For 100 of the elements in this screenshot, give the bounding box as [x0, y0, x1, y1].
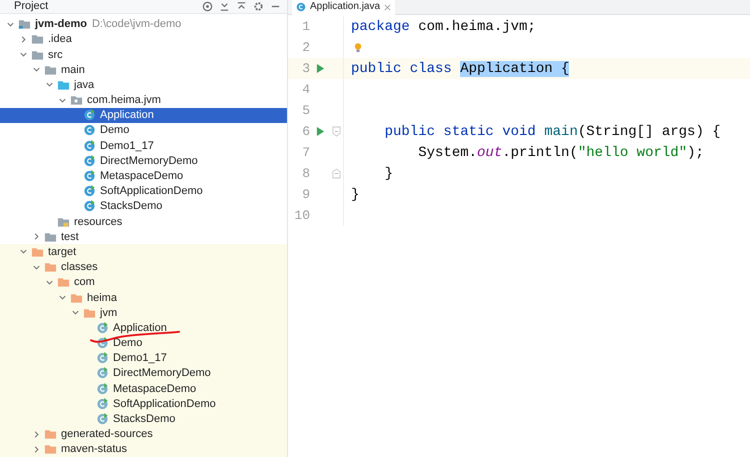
lightbulb-icon[interactable]: [354, 42, 362, 54]
tree-item-label: main: [61, 64, 85, 76]
tree-item[interactable]: Demo: [0, 122, 287, 138]
line-number: 10: [293, 208, 310, 223]
runnable-class-icon: [96, 367, 109, 380]
expand-all-icon[interactable]: [219, 0, 230, 12]
tree-item[interactable]: MetaspaceDemo: [0, 381, 287, 396]
folder-icon: [57, 216, 70, 228]
tree-item[interactable]: src: [0, 46, 287, 62]
runnable-class-icon: [96, 352, 109, 364]
tree-item[interactable]: maven-status: [0, 442, 287, 457]
runnable-class-icon: [83, 154, 96, 167]
chevron-right-icon[interactable]: [19, 34, 28, 44]
class-icon: [83, 124, 96, 136]
tree-item-label: Demo: [113, 337, 142, 350]
folder-icon: [31, 33, 44, 46]
line-number: 3: [301, 61, 310, 76]
chevron-down-icon[interactable]: [58, 293, 67, 302]
run-icon[interactable]: [316, 126, 324, 137]
tree-item-label: resources: [74, 216, 122, 228]
tree-item[interactable]: SoftApplicationDemo: [0, 184, 287, 199]
tree-item-label: jvm: [100, 306, 118, 319]
panel-title[interactable]: Project: [14, 0, 48, 12]
settings-icon[interactable]: [253, 0, 264, 12]
code-line: public static void main(String[] args) {: [384, 124, 721, 140]
runnable-class-icon: [83, 200, 96, 212]
tree-item-label: Application: [113, 322, 167, 334]
tree-item[interactable]: classes: [0, 260, 287, 275]
folder-icon: [70, 94, 83, 106]
runnable-class-icon: [83, 170, 96, 182]
tree-item[interactable]: test: [0, 229, 287, 244]
tree-item[interactable]: main: [0, 62, 287, 78]
tree-item[interactable]: StacksDemo: [0, 198, 287, 214]
tree-item[interactable]: jvm-demo D:\code\jvm-demo: [0, 16, 287, 32]
runnable-class-icon: [83, 140, 96, 152]
tree-item-label: heima: [87, 292, 117, 304]
tree-item-label: generated-sources: [61, 428, 153, 440]
tree-item-label: SoftApplicationDemo: [100, 185, 203, 198]
line-number: 5: [301, 103, 310, 118]
tree-item[interactable]: com: [0, 274, 287, 290]
tree-item-label: target: [48, 246, 76, 258]
tree-item[interactable]: java: [0, 77, 287, 92]
chevron-right-icon[interactable]: [32, 444, 41, 454]
tree-item-label: classes: [61, 261, 98, 274]
chevron-down-icon[interactable]: [19, 50, 28, 60]
tree-item[interactable]: Application: [0, 320, 287, 336]
tree-item[interactable]: target: [0, 244, 287, 260]
tree-item[interactable]: StacksDemo: [0, 411, 287, 427]
editor-tab[interactable]: Application.java: [292, 0, 396, 16]
tree-item[interactable]: Demo1_17: [0, 350, 287, 366]
tree-item-label: java: [74, 78, 94, 91]
path-hint: D:\code\jvm-demo: [92, 18, 182, 30]
tree-item[interactable]: generated-sources: [0, 426, 287, 442]
code-line: package com.heima.jvm;: [351, 18, 536, 34]
tree-item[interactable]: Demo1_17: [0, 138, 287, 154]
chevron-right-icon[interactable]: [32, 430, 41, 439]
line-number: 9: [301, 187, 310, 202]
runnable-class-icon: [96, 398, 109, 410]
tree-item[interactable]: Application: [0, 108, 287, 123]
line-number: 1: [301, 19, 310, 34]
chevron-down-icon[interactable]: [19, 247, 28, 256]
tree-item-label: DirectMemoryDemo: [113, 367, 211, 380]
tree-item[interactable]: .idea: [0, 32, 287, 47]
tree-item-label: StacksDemo: [100, 200, 162, 212]
chevron-down-icon[interactable]: [71, 308, 80, 318]
tree-item-label: DirectMemoryDemo: [100, 154, 198, 167]
tree-item-label: Application: [100, 109, 154, 122]
tree-item[interactable]: MetaspaceDemo: [0, 168, 287, 184]
tree-item-label: MetaspaceDemo: [113, 382, 196, 395]
chevron-down-icon[interactable]: [32, 65, 41, 74]
tree-item[interactable]: SoftApplicationDemo: [0, 396, 287, 412]
folder-icon: [44, 64, 57, 76]
tree-item-label: Demo: [100, 124, 130, 136]
code-line: }: [384, 166, 394, 182]
line-number: 4: [301, 82, 310, 97]
tree-item-label: StacksDemo: [113, 413, 176, 426]
tree-item[interactable]: jvm: [0, 305, 287, 320]
line-number: 7: [301, 145, 310, 160]
tree-item[interactable]: com.heima.jvm: [0, 92, 287, 108]
tree-item[interactable]: heima: [0, 290, 287, 306]
tree-item[interactable]: DirectMemoryDemo: [0, 366, 287, 382]
code-line: public class Application {: [351, 60, 570, 76]
runnable-class-icon: [83, 109, 96, 122]
chevron-down-icon[interactable]: [45, 80, 54, 90]
runnable-class-icon: [96, 322, 109, 334]
runnable-class-icon: [96, 382, 109, 395]
tree-item-label: maven-status: [61, 443, 128, 456]
code-line: System.out.println("hello world");: [417, 144, 704, 160]
line-number: 2: [301, 40, 310, 55]
target-icon[interactable]: [202, 0, 213, 12]
chevron-right-icon[interactable]: [32, 232, 41, 242]
close-icon[interactable]: [384, 4, 392, 10]
folder-icon: [31, 48, 44, 61]
tree-item[interactable]: resources: [0, 214, 287, 230]
run-icon[interactable]: [316, 63, 324, 74]
tree-item-label: jvm-demo: [35, 18, 87, 30]
runnable-class-icon: [96, 337, 109, 350]
folder-icon: [18, 18, 31, 30]
tree-item[interactable]: DirectMemoryDemo: [0, 153, 287, 168]
tree-item[interactable]: Demo: [0, 336, 287, 351]
